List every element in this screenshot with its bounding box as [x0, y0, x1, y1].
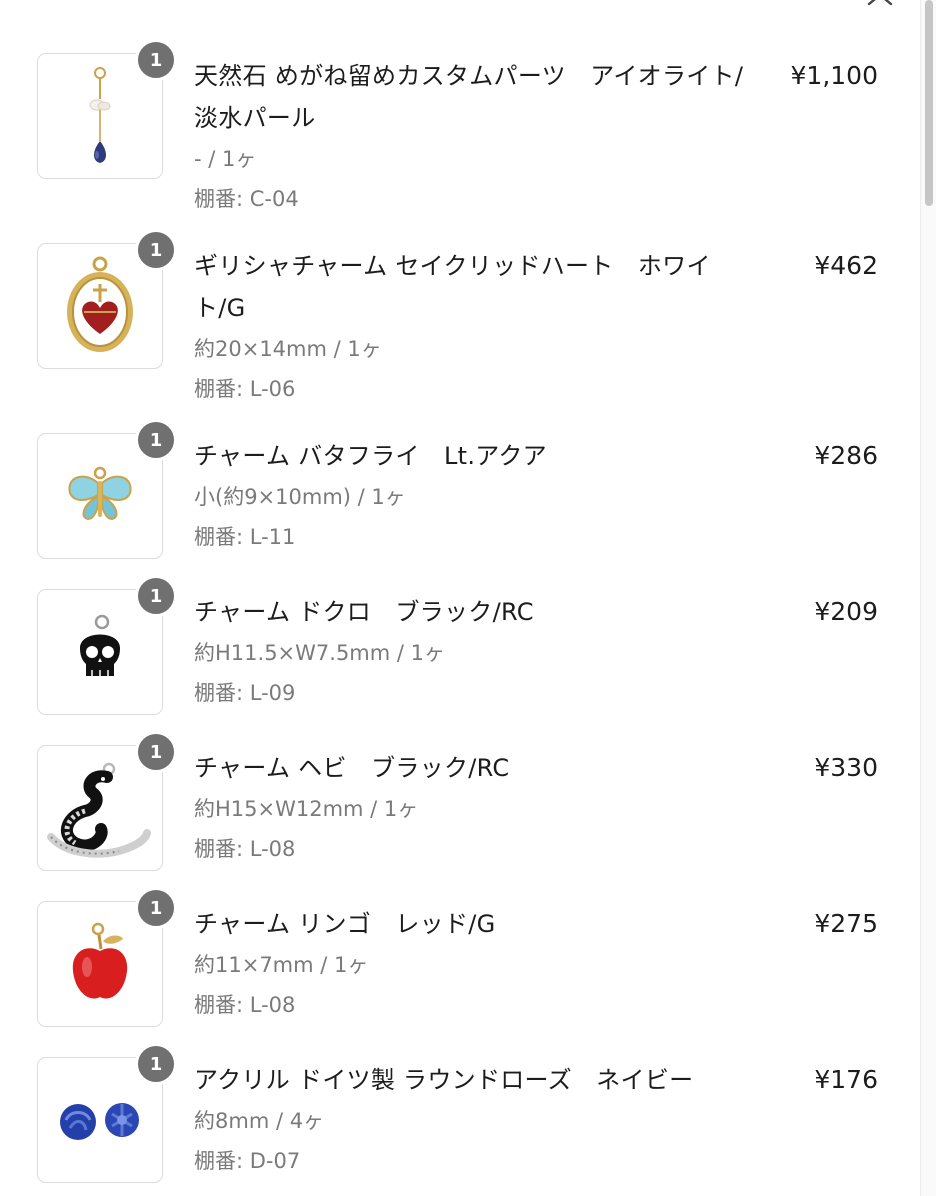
snake-charm-icon: [47, 762, 151, 858]
product-price: ¥330: [814, 753, 878, 782]
product-price: ¥462: [814, 251, 878, 280]
quantity-badge: 1: [135, 1043, 177, 1085]
scrollbar[interactable]: [920, 0, 936, 1196]
product-name[interactable]: チャーム リンゴ レッド/G: [194, 903, 750, 945]
product-price: ¥176: [814, 1065, 878, 1094]
product-name[interactable]: チャーム ドクロ ブラック/RC: [194, 591, 750, 633]
product-price: ¥1,100: [790, 61, 878, 90]
shelf-number: 棚番: L-09: [194, 681, 296, 705]
butterfly-charm-icon: [68, 466, 132, 521]
scrollbar-thumb[interactable]: [925, 0, 933, 206]
shelf-number: 棚番: L-11: [194, 525, 296, 549]
product-spec: 約8mm / 4ヶ: [194, 1109, 325, 1133]
product-name[interactable]: チャーム バタフライ Lt.アクア: [194, 435, 750, 477]
product-name[interactable]: アクリル ドイツ製 ラウンドローズ ネイビー: [194, 1059, 750, 1101]
product-spec: 約H15×W12mm / 1ヶ: [194, 797, 419, 821]
quantity-badge: 1: [135, 887, 177, 929]
product-spec: 小(約9×10mm) / 1ヶ: [194, 485, 406, 509]
shelf-number: 棚番: D-07: [194, 1149, 301, 1173]
shelf-number: 棚番: C-04: [194, 187, 299, 211]
product-price: ¥286: [814, 441, 878, 470]
product-name[interactable]: チャーム ヘビ ブラック/RC: [194, 747, 750, 789]
product-spec: 約20×14mm / 1ヶ: [194, 337, 382, 361]
product-price: ¥275: [814, 909, 878, 938]
product-spec: 約11×7mm / 1ヶ: [194, 953, 369, 977]
shelf-number: 棚番: L-08: [194, 993, 296, 1017]
product-spec: 約H11.5×W7.5mm / 1ヶ: [194, 641, 446, 665]
quantity-badge: 1: [135, 575, 177, 617]
sacred-heart-charm-icon: [67, 256, 133, 352]
close-button[interactable]: [864, 0, 898, 12]
quantity-badge: 1: [135, 229, 177, 271]
product-name[interactable]: 天然石 めがね留めカスタムパーツ アイオライト/淡水パール: [194, 55, 750, 139]
iolite-pearl-drop-charm-icon: [89, 67, 111, 163]
product-spec: - / 1ヶ: [194, 147, 257, 171]
quantity-badge: 1: [135, 39, 177, 81]
quantity-badge: 1: [135, 419, 177, 461]
product-name[interactable]: ギリシャチャーム セイクリッドハート ホワイト/G: [194, 245, 750, 329]
close-icon: [867, 0, 893, 6]
navy-rose-beads-icon: [60, 1103, 139, 1140]
shelf-number: 棚番: L-06: [194, 377, 296, 401]
product-price: ¥209: [814, 597, 878, 626]
apple-charm-icon: [72, 922, 128, 999]
quantity-badge: 1: [135, 731, 177, 773]
shelf-number: 棚番: L-08: [194, 837, 296, 861]
skull-charm-icon: [80, 614, 120, 676]
